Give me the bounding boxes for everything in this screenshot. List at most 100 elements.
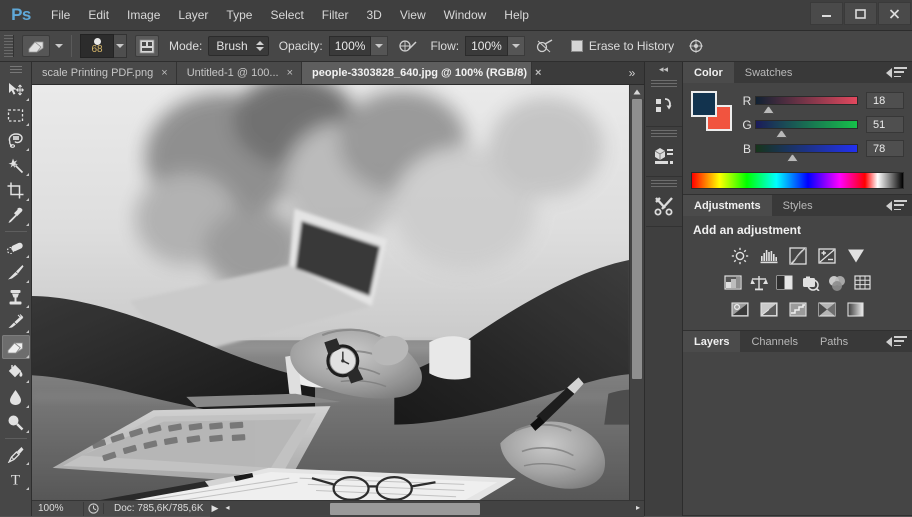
tool-magic-wand[interactable]	[2, 153, 30, 177]
canvas-horizontal-scrollbar[interactable]: ▶ ◂ ▸	[209, 500, 644, 517]
tools-panel-gripper[interactable]	[9, 66, 22, 74]
menu-select[interactable]: Select	[261, 0, 312, 30]
levels-icon[interactable]	[759, 246, 778, 265]
tab-color[interactable]: Color	[683, 62, 734, 83]
document-tab-3[interactable]: people-3303828_640.jpg @ 100% (RGB/8) ×	[302, 62, 541, 84]
document-tab-2[interactable]: Untitled-1 @ 100... ×	[176, 62, 303, 84]
tool-blur[interactable]	[2, 385, 30, 409]
vertical-scrollbar-thumb[interactable]	[632, 99, 642, 379]
brightness-contrast-icon[interactable]	[730, 246, 749, 265]
channel-b-thumb[interactable]	[787, 154, 798, 162]
black-white-icon[interactable]	[775, 273, 794, 292]
mini-bridge-panel-icon[interactable]	[646, 139, 682, 173]
layers-panel-body[interactable]	[683, 352, 912, 515]
tool-pen[interactable]	[2, 442, 30, 466]
channel-r-track[interactable]	[755, 96, 858, 114]
color-panel-menu-button[interactable]	[894, 67, 907, 77]
tool-dodge[interactable]	[2, 410, 30, 434]
channel-r-value[interactable]: 18	[866, 92, 904, 109]
document-tab-2-close-icon[interactable]: ×	[287, 67, 293, 79]
zoom-level-input[interactable]: 100%	[32, 501, 84, 516]
flow-input[interactable]: 100%	[465, 36, 508, 56]
scroll-up-arrow-icon[interactable]	[630, 85, 644, 99]
dock-gripper-2[interactable]	[650, 130, 677, 137]
tab-adjustments[interactable]: Adjustments	[683, 195, 772, 216]
menu-window[interactable]: Window	[435, 0, 496, 30]
tab-layers[interactable]: Layers	[683, 331, 741, 352]
tool-spot-healing-brush[interactable]	[2, 235, 30, 259]
tab-swatches[interactable]: Swatches	[733, 62, 804, 83]
channel-mixer-icon[interactable]	[827, 273, 846, 292]
threshold-icon[interactable]	[788, 300, 807, 319]
tool-horizontal-type[interactable]: T	[2, 467, 30, 491]
tool-move[interactable]	[2, 78, 30, 102]
menu-help[interactable]: Help	[495, 0, 538, 30]
photo-filter-icon[interactable]	[801, 273, 820, 292]
erase-to-history-checkbox[interactable]	[570, 40, 583, 52]
menu-view[interactable]: View	[391, 0, 435, 30]
canvas-vertical-scrollbar[interactable]	[629, 85, 644, 500]
tab-styles[interactable]: Styles	[771, 195, 824, 216]
channel-g-value[interactable]: 51	[866, 116, 904, 133]
gradient-map-icon[interactable]	[846, 300, 865, 319]
dock-gripper-3[interactable]	[650, 180, 677, 187]
tool-eyedropper[interactable]	[2, 203, 30, 227]
tool-eraser[interactable]	[1, 335, 30, 359]
document-tab-1-close-icon[interactable]: ×	[161, 67, 167, 79]
opacity-input[interactable]: 100%	[328, 36, 372, 56]
erase-to-history-option[interactable]: Erase to History	[570, 39, 674, 53]
status-info-icon[interactable]	[84, 503, 104, 514]
vibrance-icon[interactable]	[846, 246, 865, 265]
channel-r-thumb[interactable]	[763, 106, 774, 114]
menu-type[interactable]: Type	[217, 0, 261, 30]
flow-slider-button[interactable]	[507, 36, 525, 56]
channel-g-track[interactable]	[755, 120, 858, 138]
channel-b-track[interactable]	[755, 144, 858, 162]
tool-presets-panel-icon[interactable]	[646, 189, 682, 223]
color-lookup-icon[interactable]	[853, 273, 872, 292]
image-canvas[interactable]	[32, 85, 629, 500]
curves-icon[interactable]	[788, 246, 807, 265]
tool-lasso[interactable]	[2, 128, 30, 152]
menu-layer[interactable]: Layer	[169, 0, 217, 30]
horizontal-scrollbar-thumb[interactable]	[329, 502, 480, 515]
status-left-arrow-icon[interactable]: ◂	[226, 503, 230, 512]
selective-color-icon[interactable]	[817, 300, 836, 319]
opacity-pressure-toggle[interactable]	[396, 35, 420, 57]
maximize-button[interactable]	[844, 2, 877, 25]
posterize-icon[interactable]	[759, 300, 778, 319]
layers-panel-menu-button[interactable]	[894, 336, 907, 346]
blend-mode-select[interactable]: Brush	[208, 36, 269, 56]
eraser-preset-chevron-down-icon[interactable]	[55, 44, 63, 48]
collapse-panels-button[interactable]: ◂◂	[645, 62, 682, 77]
close-button[interactable]	[878, 2, 911, 25]
tablet-pressure-size-toggle[interactable]	[684, 35, 708, 57]
dock-gripper-1[interactable]	[650, 80, 677, 87]
brush-size-preview[interactable]: 68	[80, 34, 114, 58]
menu-edit[interactable]: Edit	[79, 0, 118, 30]
menu-filter[interactable]: Filter	[313, 0, 358, 30]
document-tab-3-close-icon[interactable]: ×	[535, 67, 541, 79]
channel-g-thumb[interactable]	[776, 130, 787, 138]
menu-image[interactable]: Image	[118, 0, 169, 30]
eraser-icon[interactable]	[22, 35, 50, 57]
foreground-color-swatch[interactable]	[691, 91, 717, 117]
brush-preset-picker-button[interactable]	[114, 34, 127, 58]
menu-3d[interactable]: 3D	[357, 0, 390, 30]
tool-paint-bucket[interactable]	[2, 360, 30, 384]
exposure-icon[interactable]	[817, 246, 836, 265]
minimize-button[interactable]	[810, 2, 843, 25]
status-play-icon[interactable]: ▶	[212, 503, 219, 514]
color-spectrum-ramp[interactable]	[691, 172, 904, 189]
document-tabs-overflow-button[interactable]: »	[620, 62, 644, 84]
tool-rectangular-marquee[interactable]	[2, 103, 30, 127]
color-balance-icon[interactable]	[749, 273, 768, 292]
tool-crop[interactable]	[2, 178, 30, 202]
tool-brush[interactable]	[2, 260, 30, 284]
brush-panel-toggle-button[interactable]	[135, 35, 159, 57]
channel-b-value[interactable]: 78	[866, 140, 904, 157]
document-tab-1[interactable]: scale Printing PDF.png ×	[32, 62, 177, 84]
invert-icon[interactable]	[730, 300, 749, 319]
tab-paths[interactable]: Paths	[808, 331, 860, 352]
menu-file[interactable]: File	[42, 0, 79, 30]
